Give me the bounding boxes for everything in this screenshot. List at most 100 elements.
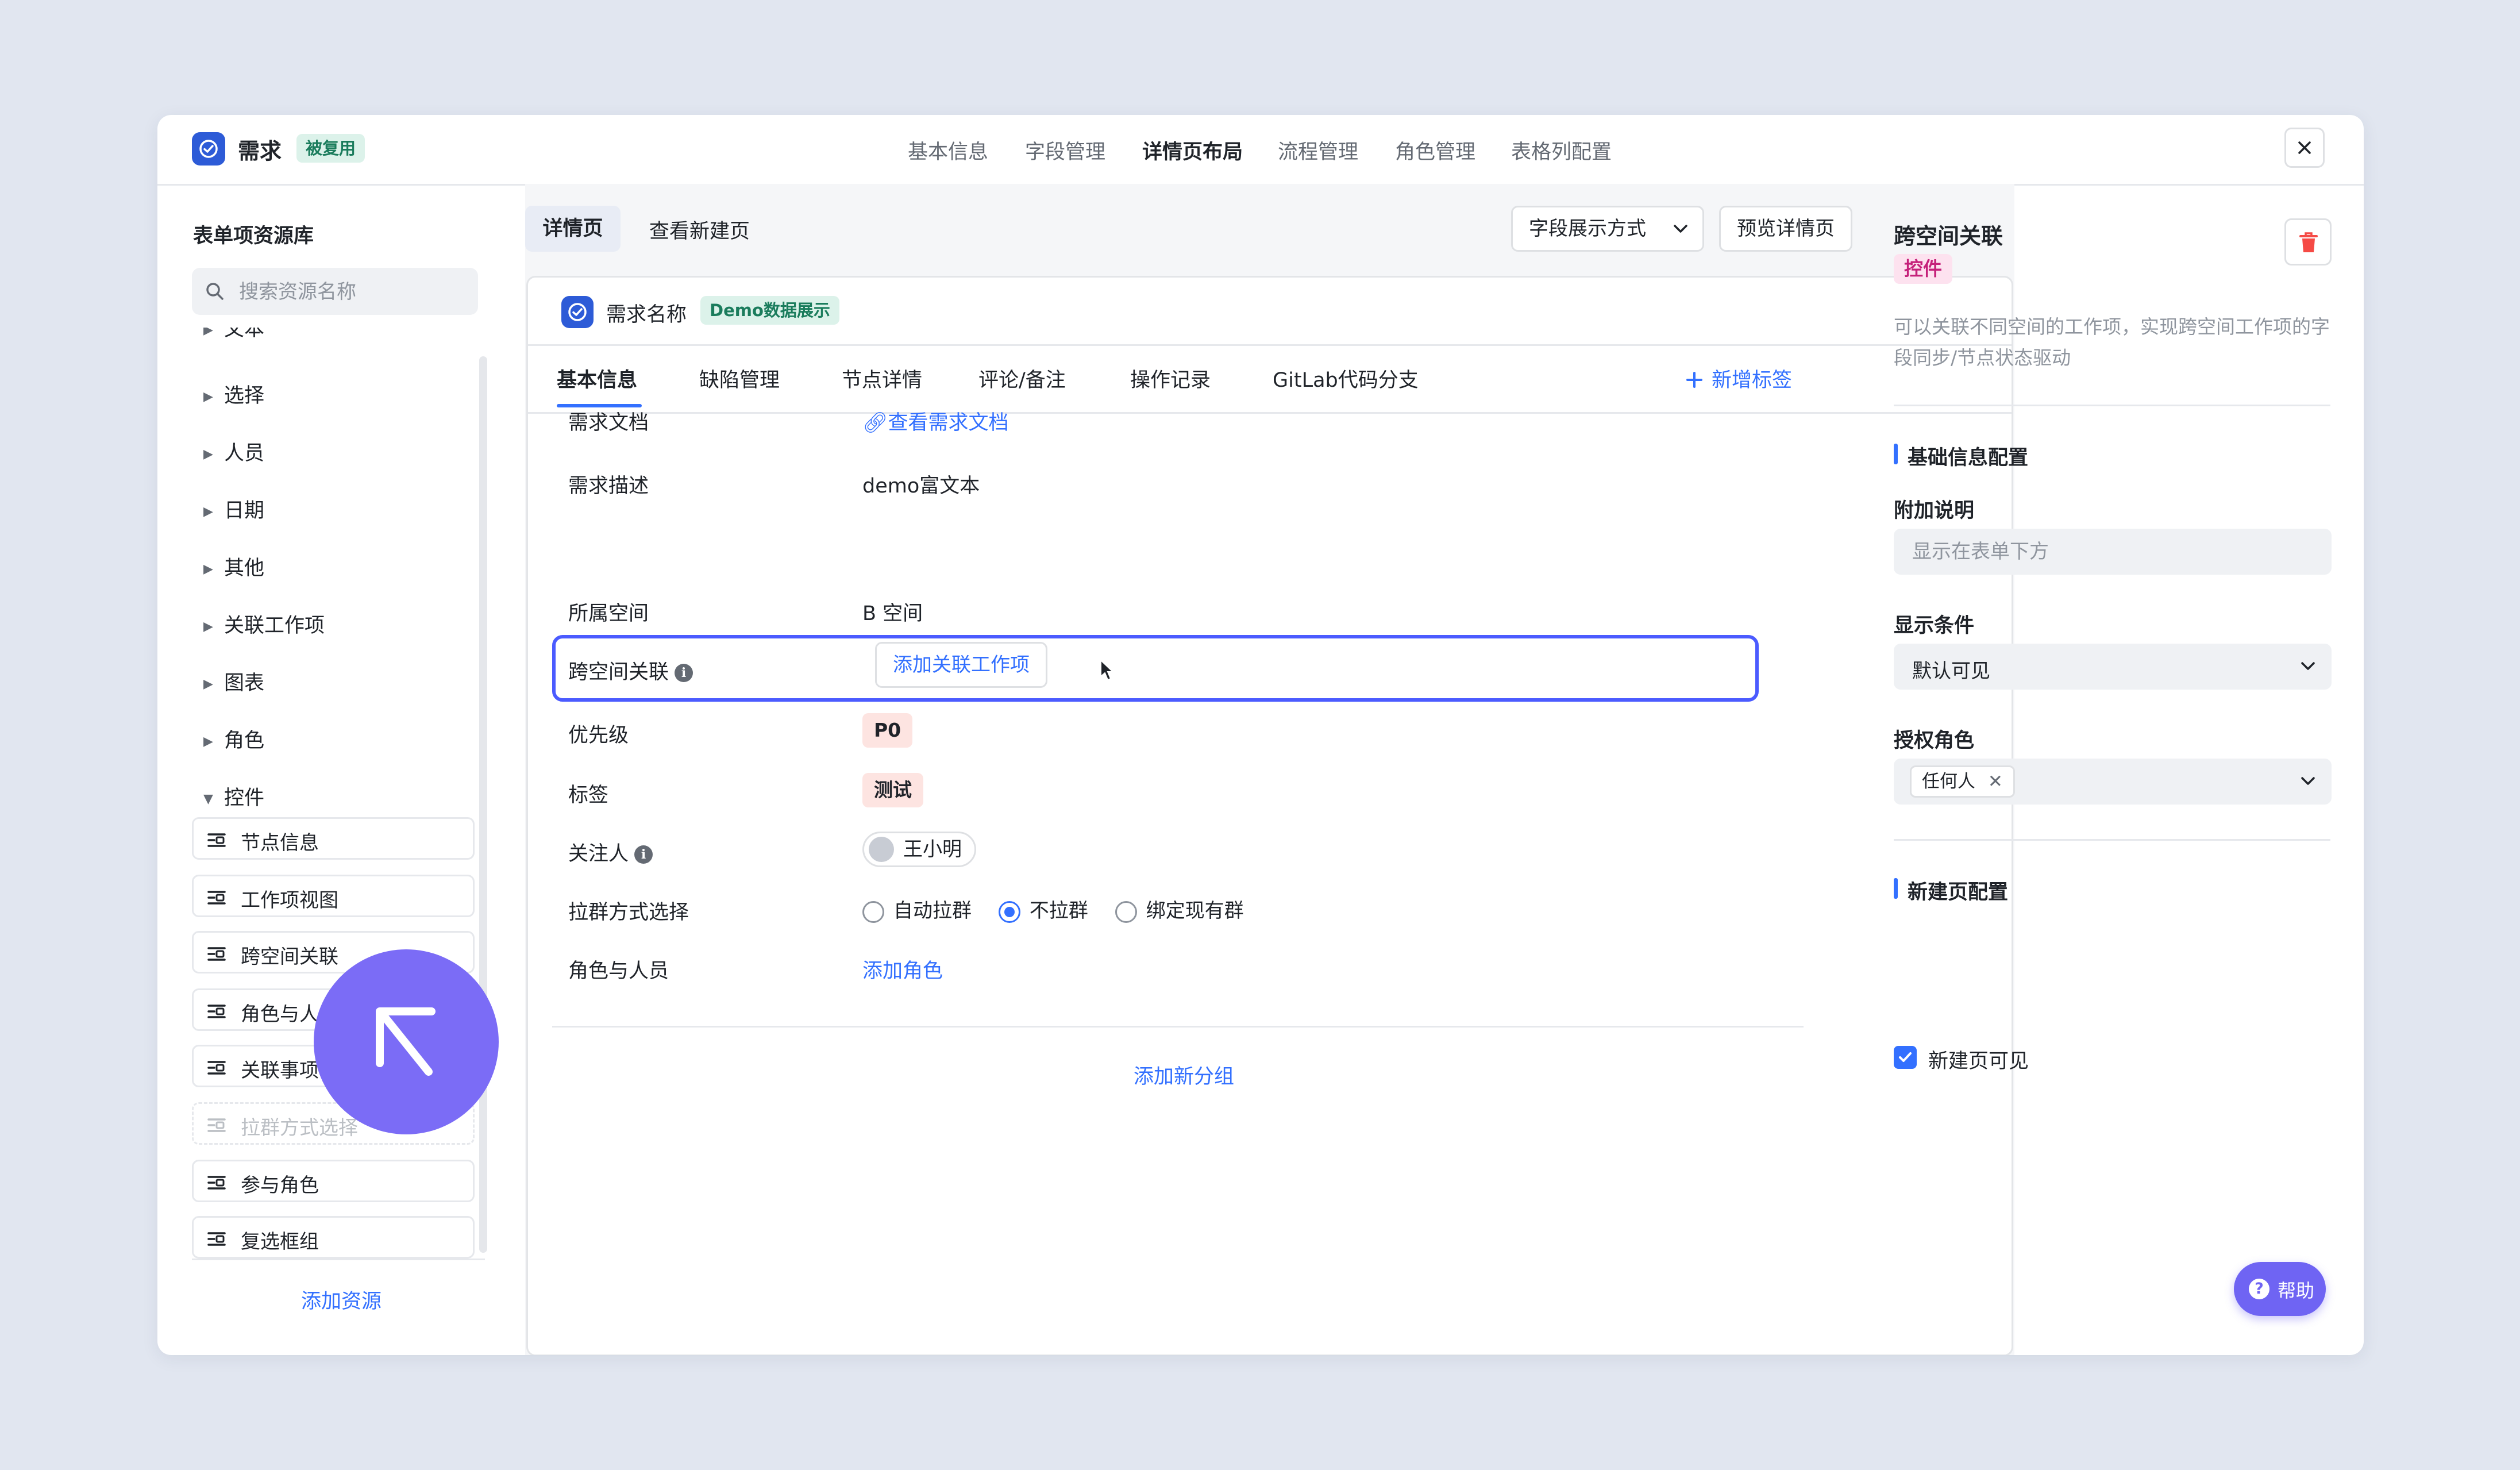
add-linked-work-item-button[interactable]: 添加关联工作项: [875, 642, 1047, 688]
resource-tree-scrollbar[interactable]: [479, 356, 487, 1253]
radio-label: 自动拉群: [893, 899, 972, 922]
category-label: 日期: [224, 499, 265, 522]
demo-data-badge: Demo数据展示: [700, 296, 839, 325]
follower-chip[interactable]: 王小明: [862, 832, 976, 867]
control-item-work-item-view[interactable]: 工作项视图: [192, 875, 475, 917]
info-icon[interactable]: i: [634, 845, 653, 864]
form-control-icon: [207, 1176, 226, 1190]
preview-detail-button[interactable]: 预览详情页: [1719, 206, 1852, 252]
selected-field-row[interactable]: [552, 635, 1759, 702]
field-display-mode-label: 字段展示方式: [1529, 217, 1646, 240]
radio-button[interactable]: [862, 901, 884, 923]
link-icon: 🔗︎: [862, 412, 888, 434]
field-value-space: B 空间: [862, 602, 923, 625]
tab-basic-info[interactable]: 基本信息: [557, 364, 637, 393]
category-label: 文本: [224, 328, 265, 341]
display-condition-select[interactable]: 默认可见: [1894, 644, 2332, 690]
radio-button[interactable]: [1115, 901, 1137, 923]
control-item-label: 工作项视图: [241, 889, 338, 912]
caret-right-icon: ▶: [203, 619, 213, 634]
form-fields: 需求文档 🔗︎查看需求文档 需求描述 demo富文本 所属空间 B 空间 跨空间…: [528, 412, 2012, 1354]
radio-option-auto[interactable]: 自动拉群: [862, 895, 972, 923]
mouse-pointer-icon: [1100, 659, 1114, 681]
control-item-label: 复选框组: [241, 1230, 319, 1253]
add-role-link[interactable]: 添加角色: [862, 955, 943, 984]
role-chip: 任何人 ✕: [1910, 765, 2015, 798]
control-item-label: 跨空间关联: [241, 945, 338, 968]
sidebar-divider: [192, 1259, 485, 1260]
add-group-link[interactable]: 添加新分组: [1134, 1060, 1234, 1090]
control-item-participant-role[interactable]: 参与角色: [192, 1160, 475, 1202]
control-item-checkbox-group[interactable]: 复选框组: [192, 1216, 475, 1259]
control-item-node-info[interactable]: 节点信息: [192, 817, 475, 860]
form-control-icon: [207, 1005, 226, 1018]
field-label-description: 需求描述: [568, 475, 649, 498]
reused-badge: 被复用: [296, 134, 365, 163]
nav-workflow-management[interactable]: 流程管理: [1278, 136, 1358, 165]
note-input[interactable]: [1894, 529, 2332, 575]
field-display-mode-dropdown[interactable]: 字段展示方式: [1511, 206, 1704, 252]
tab-detail-page[interactable]: 详情页: [525, 206, 621, 252]
control-item-label: 参与角色: [241, 1174, 319, 1197]
label-tag: 测试: [862, 773, 923, 807]
category-text[interactable]: ▶ 文本: [203, 328, 264, 342]
tab-node-details[interactable]: 节点详情: [842, 364, 922, 393]
category-label: 其他: [224, 557, 265, 580]
category-role[interactable]: ▶ 角色: [203, 724, 264, 753]
radio-option-bind-existing[interactable]: 绑定现有群: [1115, 895, 1244, 923]
tab-defect-management[interactable]: 缺陷管理: [699, 364, 780, 393]
requirement-type-icon: [561, 296, 594, 328]
nav-table-column-config[interactable]: 表格列配置: [1511, 136, 1612, 165]
nav-basic-info[interactable]: 基本信息: [908, 136, 988, 165]
category-label: 角色: [224, 729, 265, 752]
form-control-icon: [207, 833, 226, 847]
tab-comments[interactable]: 评论/备注: [978, 364, 1066, 393]
form-control-icon: [207, 1232, 226, 1246]
tab-operation-log[interactable]: 操作记录: [1130, 364, 1211, 393]
field-label-cross-space: 跨空间关联 i: [568, 656, 693, 685]
delete-button[interactable]: [2284, 218, 2332, 265]
control-item-label: 拉群方式选择: [241, 1117, 358, 1140]
help-button[interactable]: ? 帮助: [2234, 1262, 2326, 1316]
info-icon[interactable]: i: [675, 664, 693, 682]
category-control[interactable]: ▼ 控件: [203, 782, 264, 811]
authorized-role-select[interactable]: 任何人 ✕: [1894, 759, 2332, 805]
category-select[interactable]: ▶ 选择: [203, 379, 264, 409]
priority-tag: P0: [862, 713, 913, 748]
category-date[interactable]: ▶ 日期: [203, 494, 264, 524]
follower-label-text: 关注人: [568, 842, 629, 865]
new-page-visible-checkbox[interactable]: [1894, 1046, 1917, 1069]
arrow-up-left-icon: [376, 1007, 436, 1076]
resource-library-title: 表单项资源库: [193, 225, 314, 248]
caret-right-icon: ▶: [203, 561, 213, 576]
resource-search[interactable]: [192, 268, 478, 316]
cross-space-label-text: 跨空间关联: [568, 661, 669, 684]
add-resource-link[interactable]: 添加资源: [301, 1285, 382, 1314]
field-value-description: demo富文本: [862, 475, 980, 498]
category-other[interactable]: ▶ 其他: [203, 552, 264, 581]
config-window: 需求 被复用 基本信息 字段管理 详情页布局 流程管理 角色管理 表格列配置 表…: [157, 115, 2364, 1355]
radio-option-none[interactable]: 不拉群: [998, 895, 1088, 923]
close-button[interactable]: [2284, 128, 2325, 168]
category-label: 关联工作项: [224, 614, 325, 637]
radio-button-selected[interactable]: [998, 901, 1020, 923]
detail-tabs: 基本信息 缺陷管理 节点详情 评论/备注 操作记录 GitLab代码分支 新增标…: [528, 344, 2012, 414]
control-item-label: 关联事项: [241, 1059, 319, 1082]
add-tab-button[interactable]: 新增标签: [1685, 364, 1792, 393]
category-linked-work-item[interactable]: ▶ 关联工作项: [203, 609, 325, 638]
nav-field-management[interactable]: 字段管理: [1025, 136, 1105, 165]
field-label-space: 所属空间: [568, 602, 649, 625]
category-label: 人员: [224, 442, 265, 465]
category-chart[interactable]: ▶ 图表: [203, 667, 264, 696]
remove-chip-icon[interactable]: ✕: [1988, 771, 2003, 792]
tab-gitlab-branch[interactable]: GitLab代码分支: [1273, 364, 1419, 393]
field-value-doc-link[interactable]: 🔗︎查看需求文档: [862, 412, 1008, 436]
avatar: [869, 837, 894, 862]
nav-role-management[interactable]: 角色管理: [1395, 136, 1475, 165]
nav-detail-layout[interactable]: 详情页布局: [1142, 136, 1243, 165]
note-label: 附加说明: [1894, 499, 1975, 522]
resource-search-input[interactable]: [238, 268, 470, 316]
caret-right-icon: ▶: [203, 734, 213, 749]
category-person[interactable]: ▶ 人员: [203, 437, 264, 466]
tab-view-new-page[interactable]: 查看新建页: [649, 215, 750, 244]
